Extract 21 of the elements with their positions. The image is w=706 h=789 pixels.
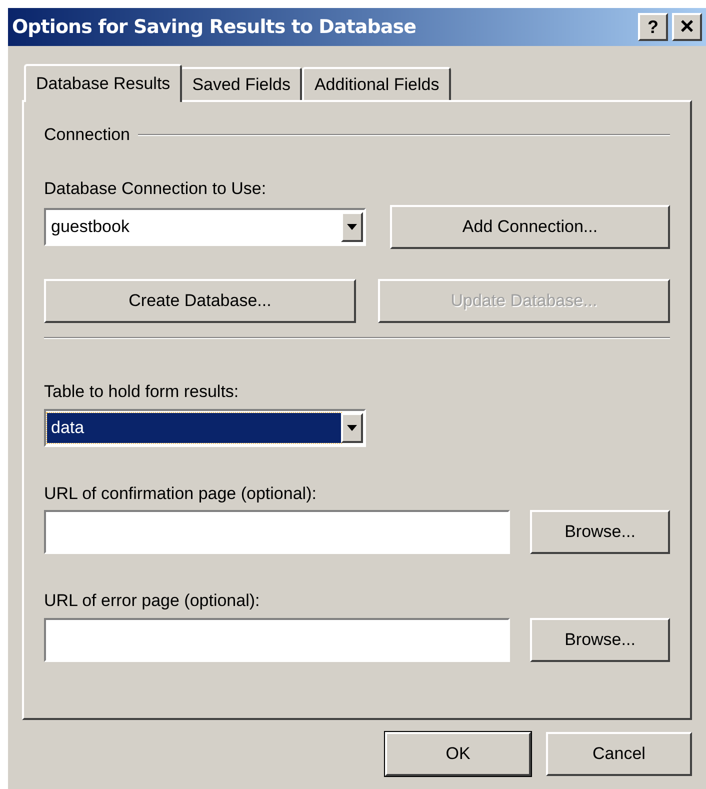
field-label: Database Connection to Use: bbox=[44, 178, 268, 200]
cancel-button[interactable]: Cancel bbox=[546, 732, 692, 776]
tab[interactable]: Additional Fields bbox=[302, 67, 452, 100]
add-connection-button[interactable]: Add Connection... bbox=[390, 205, 670, 249]
url-input-field[interactable] bbox=[44, 618, 510, 662]
url-input-field[interactable] bbox=[44, 510, 510, 554]
window-title: Options for Saving Results to Database bbox=[12, 14, 416, 40]
help-button[interactable]: ? bbox=[638, 13, 668, 41]
tab[interactable]: Saved Fields bbox=[180, 67, 302, 100]
field-label: URL of confirmation page (optional): bbox=[44, 482, 318, 504]
field-label: Table to hold form results: bbox=[44, 381, 240, 403]
table-dropdown[interactable]: data bbox=[44, 408, 366, 446]
browse-button[interactable]: Browse... bbox=[530, 510, 670, 554]
create-database-button[interactable]: Create Database... bbox=[44, 279, 356, 323]
tab[interactable]: Database Results bbox=[24, 64, 182, 102]
close-button[interactable]: × bbox=[672, 13, 702, 41]
field-label: URL of error page (optional): bbox=[44, 590, 261, 612]
group-label: Connection bbox=[44, 124, 130, 146]
browse-button[interactable]: Browse... bbox=[530, 618, 670, 662]
connection-dropdown[interactable]: guestbook bbox=[44, 208, 366, 246]
ok-button[interactable]: OK bbox=[385, 732, 531, 776]
